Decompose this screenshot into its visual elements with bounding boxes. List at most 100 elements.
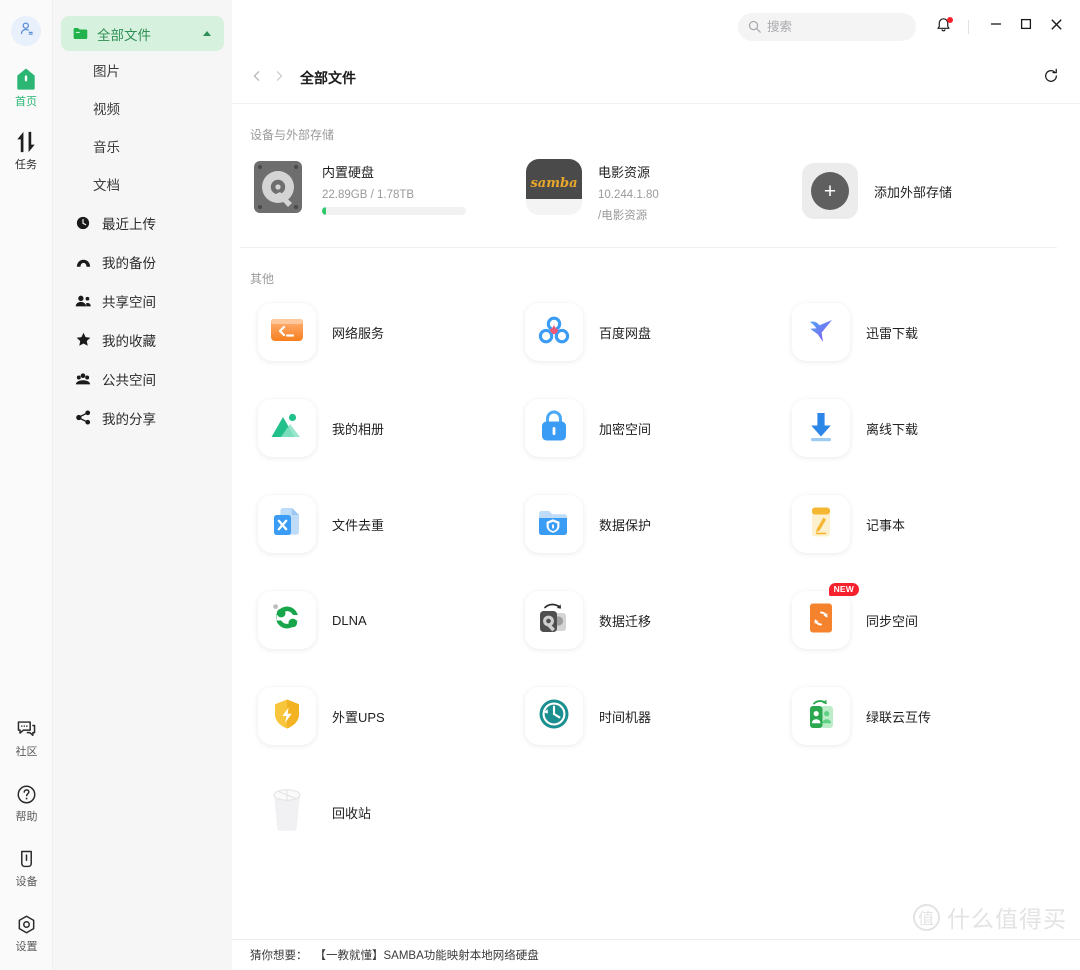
- nav-forward-button[interactable]: [268, 67, 290, 89]
- internal-disk-progress-fill: [322, 207, 327, 215]
- sidebar-item-shared-space[interactable]: 共享空间: [53, 281, 232, 320]
- add-external-storage-tile: +: [802, 163, 858, 219]
- plus-icon: +: [811, 172, 849, 210]
- notification-unread-dot: [947, 16, 953, 23]
- sidebar-item-videos[interactable]: 视频: [53, 89, 232, 127]
- app-thunder-download[interactable]: 迅雷下载: [792, 303, 1059, 361]
- sidebar-item-music[interactable]: 音乐: [53, 127, 232, 165]
- sidebar-item-shared-space-label: 共享空间: [102, 294, 156, 310]
- internal-disk-name: 内置硬盘: [322, 165, 375, 180]
- group-icon: [73, 372, 93, 386]
- app-name: 网络服务: [332, 325, 385, 341]
- close-icon: [1049, 17, 1064, 37]
- app-network-service[interactable]: 网络服务: [258, 303, 525, 361]
- app-name: 时间机器: [599, 709, 652, 725]
- sidebar-item-my-backup-label: 我的备份: [102, 255, 156, 271]
- app-tile: [792, 687, 850, 745]
- community-chat-icon: [16, 716, 37, 742]
- sidebar-item-public-space[interactable]: 公共空间: [53, 359, 232, 398]
- data-migration-icon: [536, 601, 572, 640]
- storage-row: 内置硬盘 22.89GB / 1.78TB samba 电影资源 10.244.…: [240, 159, 1057, 248]
- device-icon: [16, 846, 37, 872]
- chevron-up-icon[interactable]: [202, 30, 212, 37]
- rail-item-help[interactable]: 帮助: [0, 781, 53, 824]
- app-external-ups[interactable]: 外置UPS: [258, 687, 525, 745]
- sidebar-item-music-label: 音乐: [93, 140, 120, 155]
- rail-item-help-label: 帮助: [15, 811, 38, 823]
- search-box[interactable]: [738, 12, 916, 41]
- sidebar-item-all-files[interactable]: 全部文件: [61, 16, 224, 51]
- app-tile: [258, 687, 316, 745]
- rail-item-community[interactable]: 社区: [0, 716, 53, 759]
- app-tile: NEW: [792, 583, 859, 649]
- nav-back-button[interactable]: [246, 67, 268, 89]
- app-file-dedupe[interactable]: 文件去重: [258, 495, 525, 553]
- rail-item-device[interactable]: 设备: [0, 846, 53, 889]
- sidebar-item-recent-uploads[interactable]: 最近上传: [53, 203, 232, 242]
- app-name: 离线下载: [866, 421, 919, 437]
- home-icon: [15, 66, 37, 92]
- app-time-machine[interactable]: 时间机器: [525, 687, 792, 745]
- main-panel: 全部文件 设备与外部存储: [232, 0, 1080, 970]
- app-tile: [258, 495, 316, 553]
- time-machine-clock-icon: [537, 697, 571, 736]
- app-recycle-bin[interactable]: 回收站: [258, 783, 525, 841]
- footer-suggestion-link[interactable]: 【一教就懂】SAMBA功能映射本地网络硬盘: [315, 947, 539, 963]
- maximize-icon: [1019, 17, 1033, 36]
- sidebar-all-files-label: 全部文件: [97, 27, 151, 43]
- content-area: 设备与外部存储 内置硬盘 22.89GB / 1.78TB samba 电影资源…: [232, 104, 1080, 939]
- app-name: DLNA: [332, 612, 367, 628]
- sidebar-item-my-backup[interactable]: 我的备份: [53, 242, 232, 281]
- rail-item-settings[interactable]: 设置: [0, 911, 53, 954]
- storage-item-internal-disk[interactable]: 内置硬盘 22.89GB / 1.78TB: [250, 159, 526, 223]
- storage-item-samba-share[interactable]: samba 电影资源 10.244.1.80 /电影资源: [526, 159, 802, 223]
- chevron-right-icon: [273, 69, 285, 87]
- app-tile: [258, 303, 316, 361]
- maximize-button[interactable]: [1011, 12, 1041, 42]
- notifications-button[interactable]: [930, 14, 956, 40]
- close-button[interactable]: [1041, 12, 1071, 42]
- page-title: 全部文件: [300, 70, 356, 86]
- rail-item-community-label: 社区: [15, 746, 38, 758]
- add-external-storage-button[interactable]: + 添加外部存储: [802, 159, 952, 223]
- search-input[interactable]: [767, 19, 906, 34]
- app-data-protection[interactable]: 数据保护: [525, 495, 792, 553]
- sidebar-item-documents[interactable]: 文档: [53, 165, 232, 203]
- refresh-button[interactable]: [1039, 66, 1063, 90]
- samba-path: /电影资源: [598, 210, 648, 222]
- footer-label: 猜你想要：: [250, 950, 308, 962]
- refresh-icon: [1043, 68, 1059, 89]
- app-tile: [258, 591, 316, 649]
- app-my-album[interactable]: 我的相册: [258, 399, 525, 457]
- notepad-pencil-icon: [807, 505, 835, 544]
- star-icon: [73, 332, 93, 347]
- minimize-button[interactable]: [981, 12, 1011, 42]
- sidebar-item-my-shares[interactable]: 我的分享: [53, 398, 232, 437]
- samba-address: 10.244.1.80: [598, 189, 659, 201]
- titlebar-divider: [968, 19, 969, 34]
- user-avatar[interactable]: [11, 16, 41, 46]
- app-dlna[interactable]: DLNA: [258, 591, 525, 649]
- app-tile: [792, 399, 850, 457]
- rail-item-home[interactable]: 首页: [0, 66, 53, 109]
- app-sync-space[interactable]: NEW 同步空间: [792, 583, 1059, 649]
- app-notepad[interactable]: 记事本: [792, 495, 1059, 553]
- app-name: 迅雷下载: [866, 325, 919, 341]
- app-tile: [258, 399, 316, 457]
- sidebar-item-pictures[interactable]: 图片: [53, 51, 232, 89]
- app-ugreen-transfer[interactable]: 绿联云互传: [792, 687, 1059, 745]
- app-offline-download[interactable]: 离线下载: [792, 399, 1059, 457]
- app-encrypted-space[interactable]: 加密空间: [525, 399, 792, 457]
- app-data-migration[interactable]: 数据迁移: [525, 591, 792, 649]
- sidebar-item-public-space-label: 公共空间: [102, 372, 156, 388]
- app-baidu-netdisk[interactable]: 百度网盘: [525, 303, 792, 361]
- rail-item-device-label: 设备: [15, 876, 38, 888]
- sidebar-item-favorites[interactable]: 我的收藏: [53, 320, 232, 359]
- status-badge: NEW: [828, 583, 859, 596]
- sidebar-item-documents-label: 文档: [93, 178, 120, 193]
- rail-item-task-label: 任务: [15, 159, 37, 171]
- app-name: 外置UPS: [332, 709, 385, 725]
- sidebar-item-my-shares-label: 我的分享: [102, 411, 156, 427]
- rail-item-task[interactable]: 任务: [0, 129, 53, 172]
- app-tile: [525, 687, 583, 745]
